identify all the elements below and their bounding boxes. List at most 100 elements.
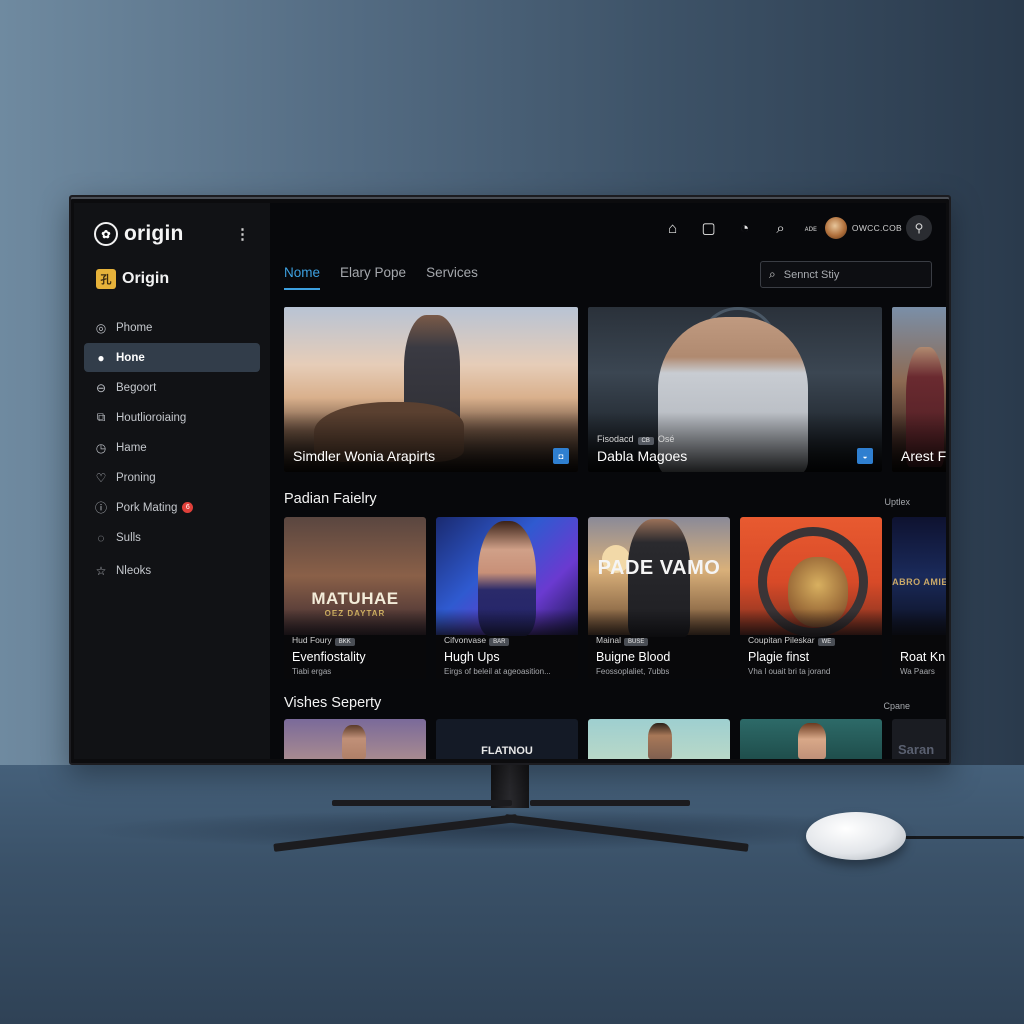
sidebar-item-label: Proning: [116, 471, 156, 484]
main-content: ⌂ ▢ ◔ ⌕ ᴀᴅᴇ OWCC.COB ⚲ Nome Elary Pope S…: [270, 203, 946, 759]
account-logo-icon: 孔: [96, 269, 116, 289]
thumbnail-title: FLATNOU: [481, 745, 533, 757]
tab-nome[interactable]: Nome: [284, 265, 321, 290]
tab-bar: Nome Elary Pope Services: [284, 265, 478, 290]
sidebar: ✿ origin ⋮ 孔 Origin ◎ Phome ● Hone ⊖ Beg…: [74, 203, 270, 759]
poster-card[interactable]: ABRO AMIE Roat Kn Wa Paars: [892, 517, 946, 679]
hero-row: Simdler Wonia Arapirts ◘ Fisodacd CB Osé D…: [284, 307, 946, 472]
mouse-cable: [902, 836, 1024, 839]
poster-meta-pill: BUSE: [624, 638, 649, 646]
tab-elary-pope[interactable]: Elary Pope: [340, 265, 406, 290]
section-title: Vishes Seperty: [284, 695, 382, 711]
info-icon: ⓘ: [94, 501, 107, 515]
monitor-stand-leg: [530, 800, 690, 806]
poster-meta: Cifvonvase BAR: [444, 635, 510, 646]
origin-logo-icon: ✿: [94, 222, 118, 246]
sidebar-item-label: Pork Mating: [116, 501, 178, 514]
search-input[interactable]: [783, 268, 914, 281]
app-screen: ✿ origin ⋮ 孔 Origin ◎ Phome ● Hone ⊖ Beg…: [74, 203, 946, 759]
hero-meta-pill: CB: [637, 437, 654, 445]
sidebar-item-hame[interactable]: ◷ Hame: [84, 433, 260, 462]
hero-card[interactable]: Arest F: [892, 307, 946, 472]
toolbar-label: ᴀᴅᴇ: [804, 223, 817, 233]
gallery-icon: ⧉: [96, 410, 106, 424]
poster-title: Hugh Ups: [444, 650, 500, 664]
hero-meta-extra: Osé: [657, 434, 675, 444]
thumbnail-card[interactable]: FLATNOU: [436, 719, 578, 759]
lock-icon: ⊖: [95, 380, 107, 395]
thumbnail-card[interactable]: [740, 719, 882, 759]
hero-title: Dabla Magoes: [597, 448, 688, 464]
home-icon[interactable]: ⌂: [655, 215, 691, 241]
sidebar-item-nleoks[interactable]: ☆ Nleoks: [84, 556, 260, 585]
poster-card[interactable]: Cifvonvase BAR Hugh Ups Eirgs of beleil a…: [436, 517, 578, 679]
section-title: Padian Faielry: [284, 491, 377, 507]
search-icon: ⌕: [769, 267, 776, 281]
poster-meta-text: Hud Foury: [292, 635, 332, 645]
thumbnail-title: Saran: [898, 742, 935, 757]
user-icon: ●: [97, 350, 105, 365]
thumbnail-figure: [798, 723, 826, 759]
account-switcher[interactable]: 孔 Origin: [96, 267, 260, 291]
chat-icon: ◌: [97, 530, 105, 545]
poster-meta-text: Mainal: [596, 635, 622, 645]
monitor-stand-leg: [332, 800, 512, 806]
section-link[interactable]: Uptlex: [884, 497, 910, 507]
sidebar-item-label: Houtlioroiaing: [116, 411, 187, 424]
hero-title: Arest F: [901, 448, 946, 464]
sidebar-item-phome[interactable]: ◎ Phome: [84, 313, 260, 342]
poster-meta: Mainal BUSE: [596, 635, 649, 646]
sidebar-item-pork-mating[interactable]: ⓘ Pork Mating 6: [84, 493, 260, 522]
sidebar-item-begoort[interactable]: ⊖ Begoort: [84, 373, 260, 402]
poster-description: Tiabi ergas: [292, 667, 332, 676]
poster-meta-pill: WE: [817, 638, 836, 646]
thumbnail-card[interactable]: Saran: [892, 719, 946, 759]
hero-badge-icon[interactable]: ◘: [553, 448, 569, 464]
hero-title: Simdler Wonia Arapirts: [293, 448, 436, 464]
section-link[interactable]: Cpane: [883, 701, 910, 711]
poster-card[interactable]: PADE VAMO Mainal BUSE Buigne Blood Feosso…: [588, 517, 730, 679]
sidebar-item-label: Begoort: [116, 381, 157, 394]
thumbnail-card[interactable]: [588, 719, 730, 759]
sidebar-item-proning[interactable]: ♡ Proning: [84, 463, 260, 492]
sidebar-item-hone[interactable]: ● Hone: [84, 343, 260, 372]
thumbnail-figure: [342, 725, 366, 759]
poster-title: Buigne Blood: [596, 650, 671, 664]
hero-badge-icon[interactable]: ◒: [857, 448, 873, 464]
poster-art-title: ABRO AMIE: [892, 577, 946, 587]
hero-card[interactable]: Simdler Wonia Arapirts ◘: [284, 307, 578, 472]
account-name: Origin: [122, 270, 170, 287]
hero-card[interactable]: Fisodacd CB Osé Dabla Magoes ◒: [588, 307, 882, 472]
poster-row: MATUHAE OEZ DAYTAR Hud FouryBKK Evenfios…: [284, 517, 946, 679]
mouse: [806, 812, 906, 860]
poster-meta-pill: BAR: [489, 638, 510, 646]
poster-meta: Coupitan Pileskar WE: [748, 635, 836, 646]
profile-search-icon[interactable]: ⚲: [906, 215, 932, 241]
poster-title: Evenfiostality: [292, 650, 366, 664]
poster-meta-pill: BKK: [334, 638, 355, 646]
gauge-icon[interactable]: ◔: [727, 215, 763, 241]
poster-description: Feossoplaliet, 7ubbs: [596, 667, 670, 676]
top-toolbar: ⌂ ▢ ◔ ⌕ ᴀᴅᴇ OWCC.COB ⚲: [655, 215, 932, 241]
sidebar-item-label: Nleoks: [116, 564, 152, 577]
sidebar-item-houtlioroiaing[interactable]: ⧉ Houtlioroiaing: [84, 403, 260, 432]
poster-card[interactable]: Coupitan Pileskar WE Plagie finst Vha l o…: [740, 517, 882, 679]
more-vertical-icon[interactable]: ⋮: [235, 225, 250, 243]
star-icon: ☆: [95, 563, 107, 578]
search-icon[interactable]: ⌕: [763, 215, 799, 241]
poster-art-title: MATUHAE: [311, 589, 399, 608]
thumbnail-card[interactable]: [284, 719, 426, 759]
sidebar-item-sulls[interactable]: ◌ Sulls: [84, 523, 260, 552]
sidebar-item-label: Sulls: [116, 531, 141, 544]
tab-services[interactable]: Services: [426, 265, 478, 290]
bookmark-icon[interactable]: ▢: [691, 215, 727, 241]
poster-meta-text: Coupitan Pileskar: [748, 635, 815, 645]
disc-icon: ◎: [95, 320, 107, 335]
avatar[interactable]: [824, 217, 847, 239]
poster-art-title: PADE VAMO: [597, 557, 721, 579]
hero-meta-text: Fisodacd: [597, 434, 634, 444]
poster-card[interactable]: MATUHAE OEZ DAYTAR Hud FouryBKK Evenfios…: [284, 517, 426, 679]
heart-icon: ♡: [95, 470, 107, 485]
user-name[interactable]: OWCC.COB: [852, 223, 902, 233]
notification-badge: 6: [182, 502, 194, 513]
